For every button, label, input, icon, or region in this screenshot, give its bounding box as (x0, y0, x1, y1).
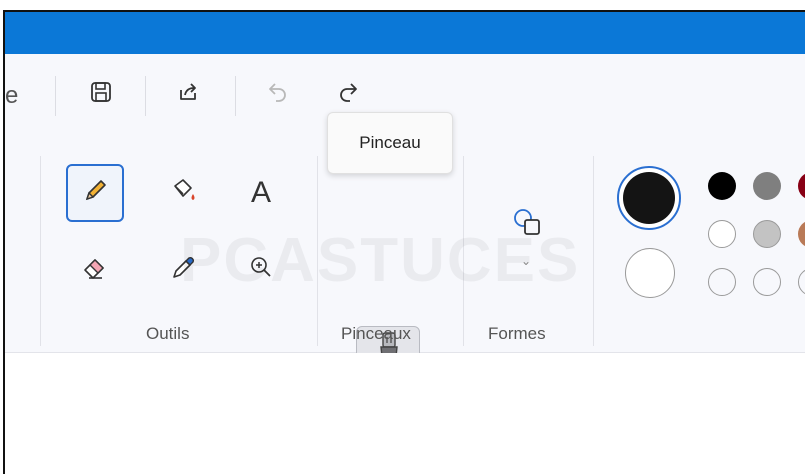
save-button[interactable] (83, 76, 119, 112)
palette-color-black[interactable] (708, 172, 736, 200)
redo-button[interactable] (330, 76, 366, 112)
share-button[interactable] (170, 76, 206, 112)
palette-color-dark-red[interactable] (798, 172, 805, 200)
toolbar-separator (145, 76, 146, 116)
palette-color-white[interactable] (708, 220, 736, 248)
undo-button[interactable] (260, 76, 296, 112)
palette-custom-slot[interactable] (708, 268, 736, 296)
tooltip: Pinceau (327, 112, 453, 174)
watermark: PCASTUCES (180, 226, 581, 295)
eraser-icon (80, 252, 110, 287)
ribbon-separator (593, 156, 594, 346)
pencil-tool-button[interactable] (66, 164, 124, 222)
fill-tool-button[interactable] (155, 164, 213, 222)
save-icon (90, 81, 112, 108)
undo-icon (266, 80, 290, 109)
group-label-pinceaux: Pinceaux (341, 324, 411, 343)
text-tool-button[interactable]: A (232, 164, 290, 222)
palette-color-light-gray[interactable] (753, 220, 781, 248)
group-label-formes: Formes (488, 324, 546, 343)
primary-color-swatch (623, 172, 675, 224)
primary-color-button[interactable] (617, 166, 681, 230)
title-bar (5, 12, 805, 54)
text-icon: A (250, 176, 271, 209)
ribbon-separator (40, 156, 41, 346)
pencil-icon (80, 176, 110, 211)
toolbar-separator (55, 76, 56, 116)
toolbar-separator (235, 76, 236, 116)
palette-color-gray[interactable] (753, 172, 781, 200)
group-label-outils: Outils (146, 324, 190, 343)
share-icon (177, 81, 199, 108)
palette-custom-slot[interactable] (798, 268, 805, 296)
eraser-tool-button[interactable] (66, 240, 124, 298)
secondary-color-button[interactable] (625, 248, 675, 298)
palette-custom-slot[interactable] (753, 268, 781, 296)
paint-bucket-icon (169, 176, 199, 211)
palette-color-brown[interactable] (798, 220, 805, 248)
redo-icon (336, 80, 360, 109)
drawing-canvas[interactable] (5, 353, 805, 474)
truncated-menu-label[interactable]: e (5, 82, 18, 110)
